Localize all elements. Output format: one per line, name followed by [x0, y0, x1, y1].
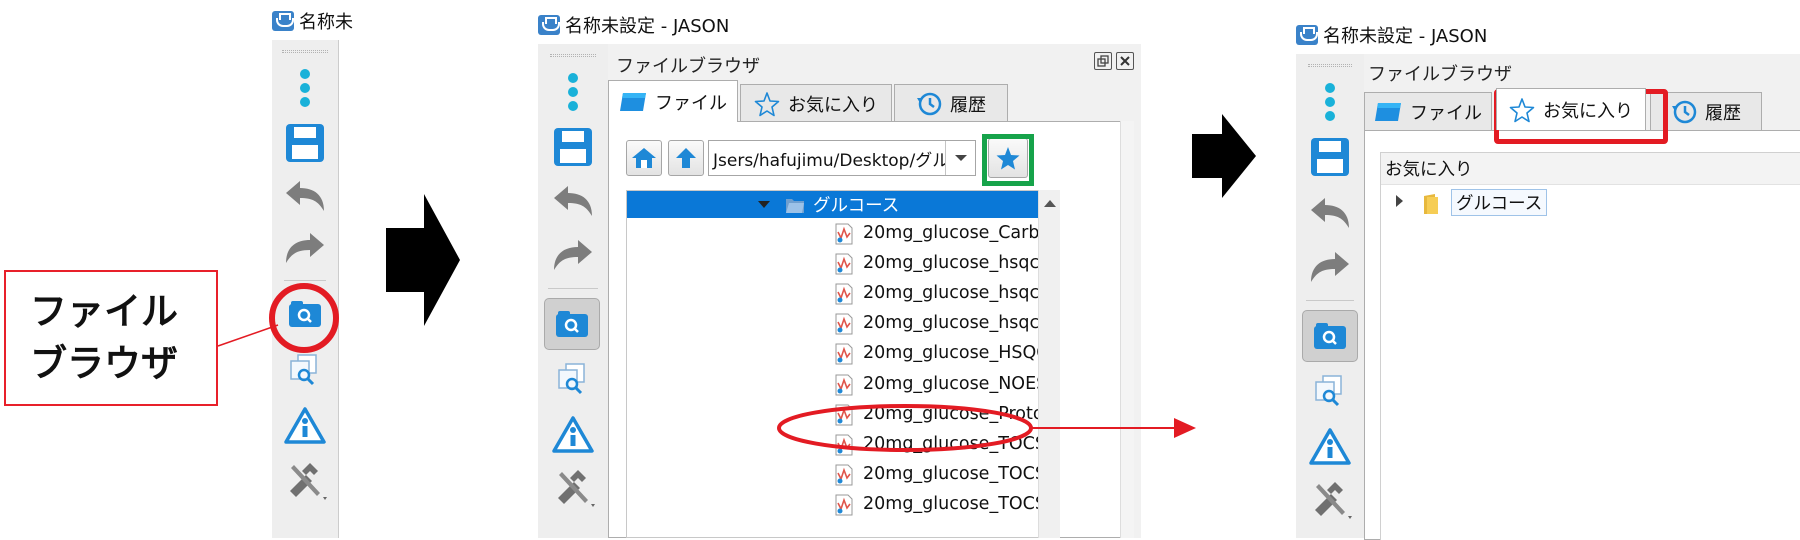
- tab-files[interactable]: ファイル: [1364, 92, 1492, 130]
- folder-icon: [1423, 193, 1439, 214]
- undo-icon[interactable]: [1304, 190, 1356, 236]
- tools-icon[interactable]: [1304, 474, 1360, 526]
- search-pages-icon[interactable]: [1304, 368, 1356, 416]
- favorites-header-filler: [1521, 153, 1800, 185]
- folder-tab-icon: [1375, 102, 1401, 121]
- panel-title: ファイルブラウザ: [1368, 64, 1512, 85]
- more-menu-icon[interactable]: [1304, 78, 1356, 126]
- warning-info-icon[interactable]: [1304, 422, 1356, 470]
- star-outline-icon: [1509, 97, 1535, 122]
- redo-icon[interactable]: [1304, 244, 1356, 290]
- step-arrow-2: [1192, 114, 1256, 198]
- window-title-3: 名称未設定 - JASON: [1296, 22, 1487, 48]
- jason-app-icon: [1296, 25, 1318, 45]
- expand-arrow-icon[interactable]: [1395, 193, 1405, 213]
- file-browser-icon[interactable]: [1302, 310, 1358, 362]
- folder-tab-icon: [620, 92, 646, 111]
- favorites-tree[interactable]: お気に入り グルコース: [1380, 152, 1800, 540]
- save-icon[interactable]: [1304, 132, 1356, 182]
- toolbar-separator: [1306, 300, 1354, 301]
- tab-favorites[interactable]: お気に入り: [1496, 88, 1646, 130]
- tab-files[interactable]: ファイル: [608, 80, 738, 122]
- favorites-item[interactable]: グルコース: [1381, 189, 1548, 216]
- toolbar-grip[interactable]: [1308, 64, 1352, 67]
- history-clock-icon: [1672, 100, 1697, 123]
- favorites-header[interactable]: お気に入り: [1381, 153, 1521, 185]
- file-browser-panel-favorites: ファイルブラウザ ファイル お気に入り 履歴 お気に入り グルコース: [1364, 54, 1800, 540]
